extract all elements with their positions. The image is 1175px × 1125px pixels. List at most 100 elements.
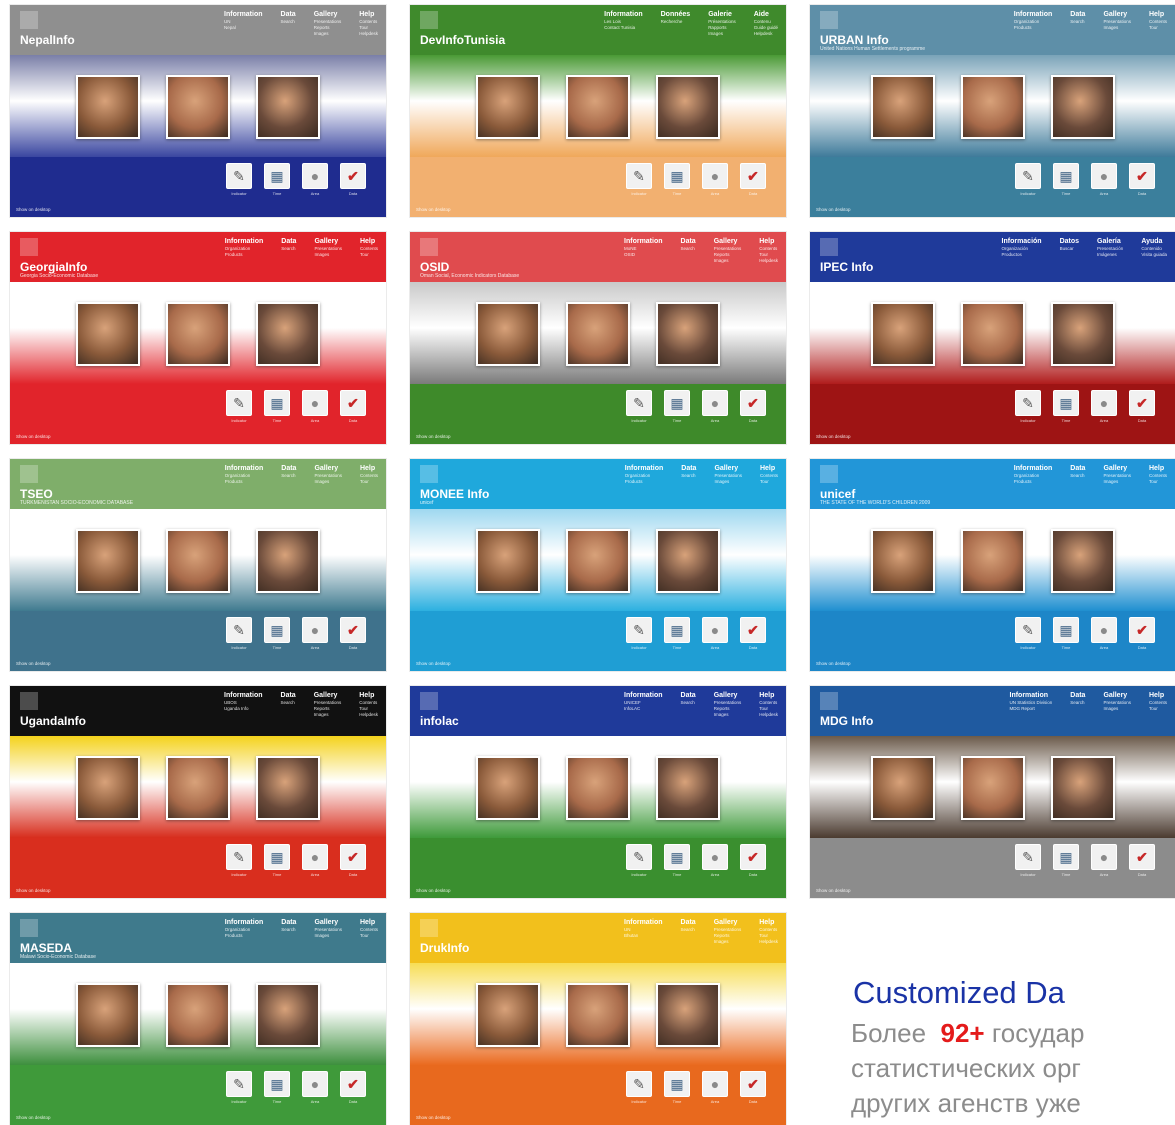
menu-link[interactable]: Products bbox=[225, 479, 264, 484]
show-on-desktop-link[interactable]: Show on desktop bbox=[816, 661, 851, 666]
data-icon[interactable]: ✔ bbox=[740, 390, 766, 416]
menu-heading[interactable]: Help bbox=[759, 238, 778, 245]
menu-link[interactable]: Images bbox=[714, 479, 742, 484]
menu-link[interactable]: Contents bbox=[760, 473, 778, 478]
menu-link[interactable]: Presentations bbox=[714, 700, 742, 705]
menu-link[interactable]: Présentations bbox=[708, 19, 736, 24]
tile-ipec[interactable]: IPEC Info Información Organización Producto… bbox=[810, 232, 1175, 444]
menu-link[interactable]: Products bbox=[225, 933, 264, 938]
area-icon[interactable]: ● bbox=[702, 163, 728, 189]
data-icon[interactable]: ✔ bbox=[740, 163, 766, 189]
menu-link[interactable]: Search bbox=[681, 246, 696, 251]
show-on-desktop-link[interactable]: Show on desktop bbox=[416, 434, 451, 439]
time-icon[interactable]: ▦ bbox=[264, 390, 290, 416]
menu-link[interactable]: Productos bbox=[1002, 252, 1042, 257]
menu-heading[interactable]: Información bbox=[1002, 238, 1042, 245]
menu-heading[interactable]: Gallery bbox=[314, 692, 342, 699]
menu-link[interactable]: Images bbox=[314, 479, 342, 484]
menu-link[interactable]: InfoLAC bbox=[624, 706, 663, 711]
menu-link[interactable]: Presentación bbox=[1097, 246, 1123, 251]
menu-link[interactable]: Helpdesk bbox=[759, 712, 778, 717]
menu-link[interactable]: Contact Tunisia bbox=[604, 25, 643, 30]
menu-heading[interactable]: Information bbox=[604, 11, 643, 18]
menu-heading[interactable]: Datos bbox=[1060, 238, 1079, 245]
menu-heading[interactable]: Information bbox=[225, 919, 264, 926]
menu-link[interactable]: Helpdesk bbox=[759, 939, 778, 944]
tile-georgia[interactable]: GeorgiaInfo Georgia Socio-Economic Databa… bbox=[10, 232, 386, 444]
menu-link[interactable]: Images bbox=[1103, 479, 1131, 484]
menu-link[interactable]: Reports bbox=[714, 706, 742, 711]
time-icon[interactable]: ▦ bbox=[1053, 617, 1079, 643]
menu-heading[interactable]: Data bbox=[681, 465, 696, 472]
menu-heading[interactable]: Aide bbox=[754, 11, 778, 18]
tile-uganda[interactable]: UgandaInfo Information UBOS Uganda Info Data… bbox=[10, 686, 386, 898]
menu-link[interactable]: Tour bbox=[759, 706, 778, 711]
menu-link[interactable]: Helpdesk bbox=[754, 31, 778, 36]
indicator-icon[interactable]: ✎ bbox=[1015, 617, 1041, 643]
menu-link[interactable]: Contents bbox=[759, 246, 778, 251]
menu-heading[interactable]: Data bbox=[1070, 692, 1085, 699]
area-icon[interactable]: ● bbox=[1091, 617, 1117, 643]
menu-heading[interactable]: Data bbox=[681, 692, 696, 699]
tile-tunisia[interactable]: DevInfoTunisia Information Les Lois Contact… bbox=[410, 5, 786, 217]
menu-heading[interactable]: Information bbox=[224, 11, 263, 18]
menu-link[interactable]: Presentations bbox=[1103, 19, 1131, 24]
data-icon[interactable]: ✔ bbox=[1129, 844, 1155, 870]
menu-heading[interactable]: Help bbox=[359, 692, 378, 699]
menu-link[interactable]: Buscar bbox=[1060, 246, 1079, 251]
tile-druk[interactable]: DrukInfo Information UN Bhutan Data Search Gal… bbox=[410, 913, 786, 1125]
tile-urban[interactable]: URBAN Info United Nations Human Settlemen… bbox=[810, 5, 1175, 217]
menu-link[interactable]: Bhutan bbox=[624, 933, 663, 938]
menu-link[interactable]: Presentations bbox=[314, 246, 342, 251]
menu-link[interactable]: UN bbox=[224, 19, 263, 24]
menu-heading[interactable]: Information bbox=[624, 919, 663, 926]
menu-link[interactable]: Images bbox=[314, 31, 342, 36]
menu-link[interactable]: Contents bbox=[360, 246, 378, 251]
menu-heading[interactable]: Information bbox=[624, 692, 663, 699]
menu-link[interactable]: Visita guiada bbox=[1141, 252, 1167, 257]
show-on-desktop-link[interactable]: Show on desktop bbox=[816, 207, 851, 212]
menu-link[interactable]: Tour bbox=[1149, 25, 1167, 30]
menu-heading[interactable]: Data bbox=[1070, 11, 1085, 18]
menu-link[interactable]: Search bbox=[681, 473, 696, 478]
show-on-desktop-link[interactable]: Show on desktop bbox=[416, 661, 451, 666]
menu-link[interactable]: Tour bbox=[360, 479, 378, 484]
time-icon[interactable]: ▦ bbox=[264, 163, 290, 189]
menu-link[interactable]: Tour bbox=[759, 933, 778, 938]
menu-link[interactable]: Images bbox=[314, 712, 342, 717]
indicator-icon[interactable]: ✎ bbox=[226, 163, 252, 189]
menu-link[interactable]: MoNE bbox=[624, 246, 663, 251]
tile-nepal[interactable]: NepalInfo Information UN Nepal Data Search Gal… bbox=[10, 5, 386, 217]
menu-link[interactable]: Reports bbox=[314, 25, 342, 30]
show-on-desktop-link[interactable]: Show on desktop bbox=[816, 888, 851, 893]
show-on-desktop-link[interactable]: Show on desktop bbox=[16, 1115, 51, 1120]
menu-link[interactable]: Contents bbox=[1149, 473, 1167, 478]
show-on-desktop-link[interactable]: Show on desktop bbox=[416, 888, 451, 893]
menu-heading[interactable]: Gallery bbox=[714, 465, 742, 472]
menu-heading[interactable]: Information bbox=[624, 238, 663, 245]
menu-link[interactable]: Presentations bbox=[1103, 700, 1131, 705]
indicator-icon[interactable]: ✎ bbox=[626, 617, 652, 643]
menu-heading[interactable]: Data bbox=[681, 919, 696, 926]
tile-unicef[interactable]: unicef THE STATE OF THE WORLD'S CHILDREN … bbox=[810, 459, 1175, 671]
menu-heading[interactable]: Information bbox=[224, 692, 263, 699]
indicator-icon[interactable]: ✎ bbox=[626, 163, 652, 189]
menu-link[interactable]: Presentations bbox=[314, 19, 342, 24]
area-icon[interactable]: ● bbox=[702, 390, 728, 416]
data-icon[interactable]: ✔ bbox=[1129, 163, 1155, 189]
area-icon[interactable]: ● bbox=[302, 390, 328, 416]
menu-heading[interactable]: Information bbox=[625, 465, 664, 472]
menu-link[interactable]: Search bbox=[1070, 473, 1085, 478]
menu-heading[interactable]: Information bbox=[225, 238, 264, 245]
menu-link[interactable]: Contenido bbox=[1141, 246, 1167, 251]
time-icon[interactable]: ▦ bbox=[664, 1071, 690, 1097]
menu-link[interactable]: Organization bbox=[1014, 473, 1053, 478]
menu-link[interactable]: Search bbox=[281, 927, 296, 932]
show-on-desktop-link[interactable]: Show on desktop bbox=[16, 888, 51, 893]
area-icon[interactable]: ● bbox=[302, 1071, 328, 1097]
menu-heading[interactable]: Help bbox=[360, 238, 378, 245]
menu-heading[interactable]: Gallery bbox=[714, 919, 742, 926]
indicator-icon[interactable]: ✎ bbox=[626, 390, 652, 416]
indicator-icon[interactable]: ✎ bbox=[1015, 163, 1041, 189]
data-icon[interactable]: ✔ bbox=[740, 844, 766, 870]
